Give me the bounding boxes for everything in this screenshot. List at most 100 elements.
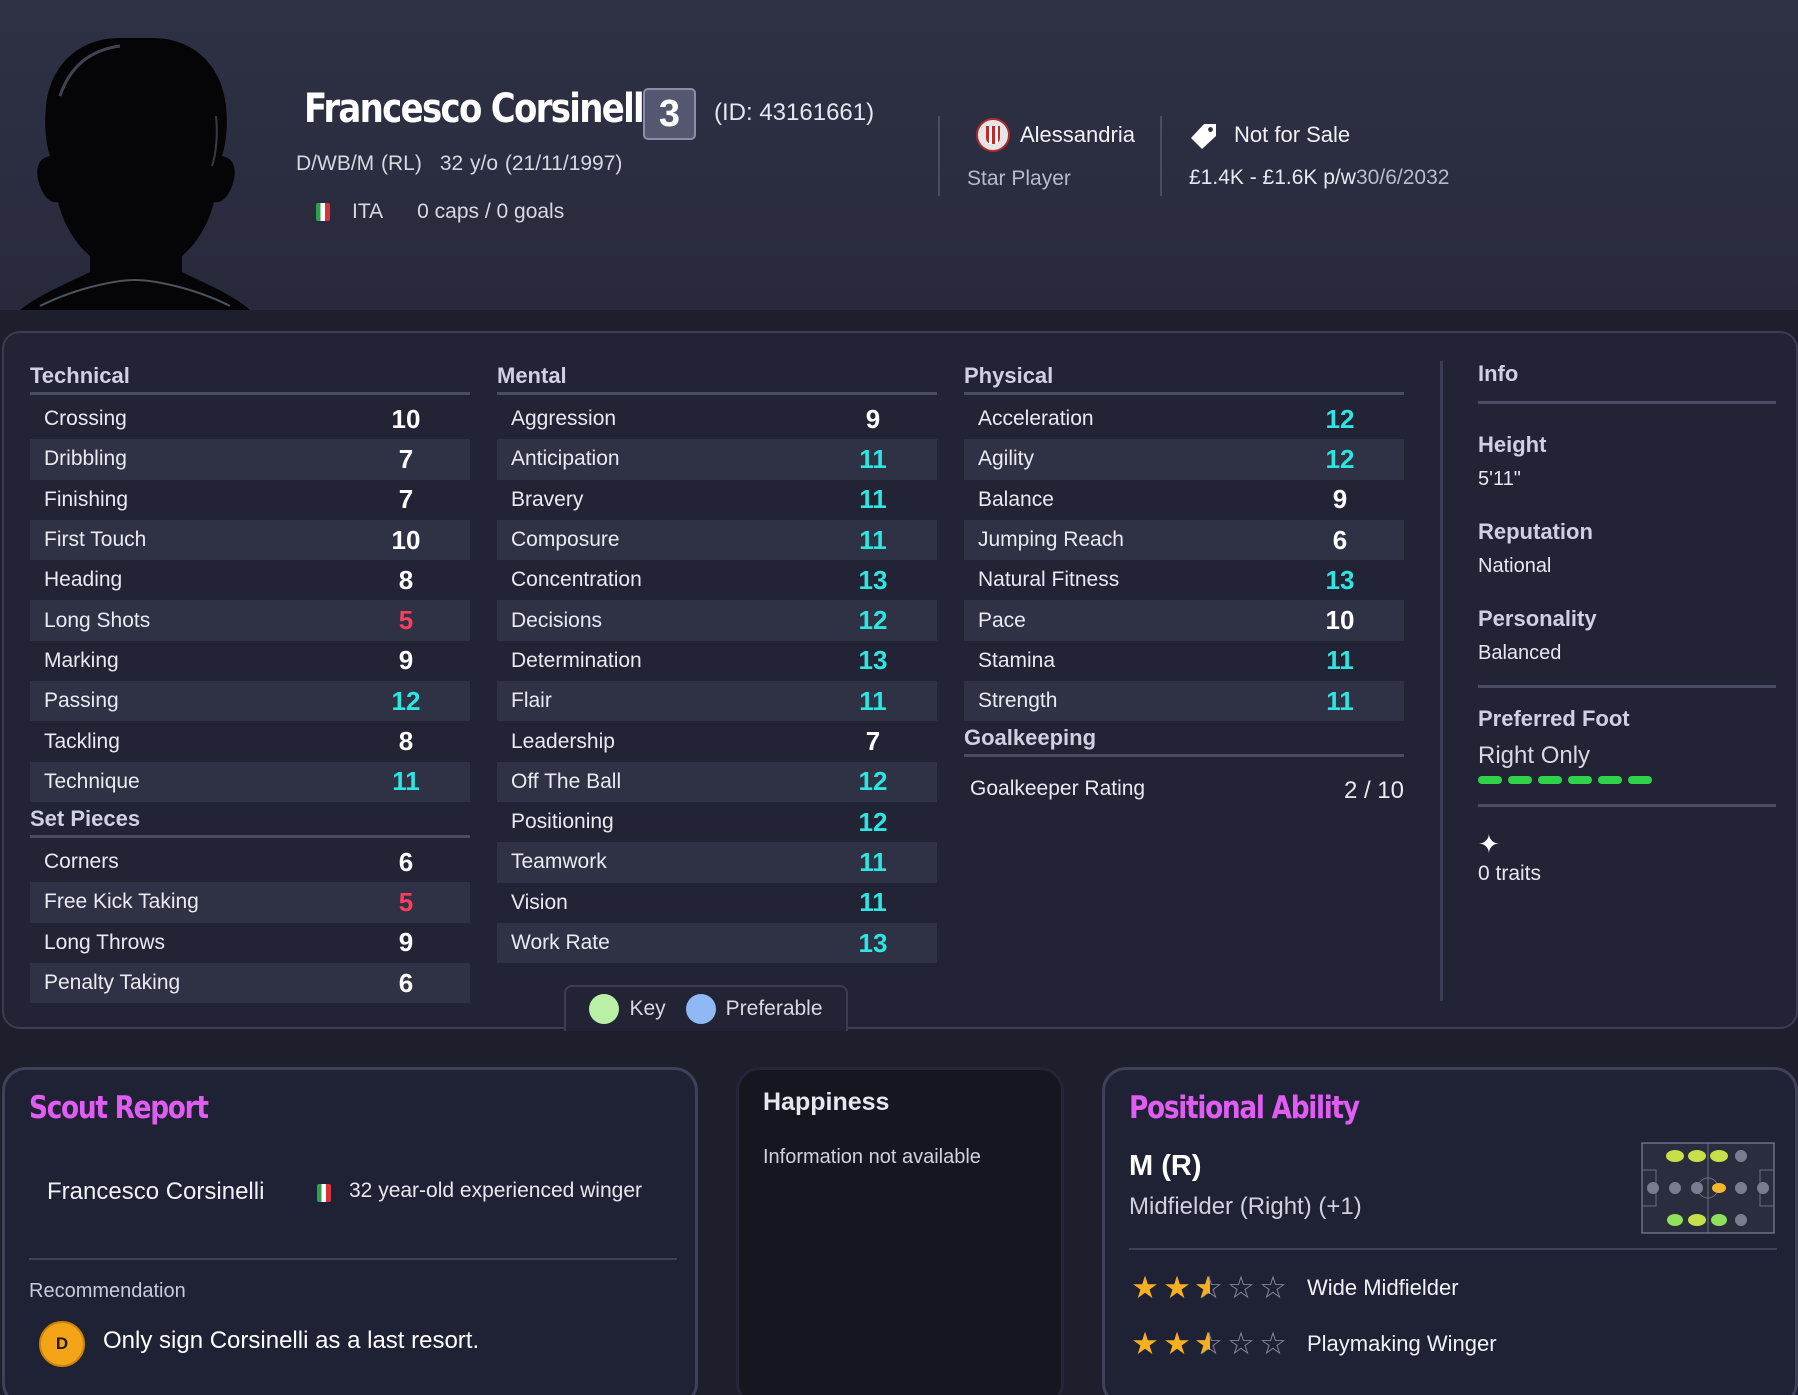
positional-separator [1129,1248,1777,1250]
attribute-row[interactable]: Agility 12 [964,439,1404,480]
attribute-row[interactable]: Off The Ball 12 [497,761,937,802]
attribute-row[interactable]: Marking 9 [30,641,470,681]
star-icon: ☆ [1193,1328,1225,1361]
attribute-row[interactable]: Positioning 12 [497,802,937,842]
attribute-row[interactable]: Long Shots 5 [30,600,470,641]
attribute-label: Off The Ball [511,769,622,793]
scout-separator [29,1258,677,1260]
happiness-card: Happiness Information not available [736,1067,1064,1395]
attribute-value: 11 [859,887,887,918]
role-row[interactable]: ★★☆☆☆ Wide Midfielder [1129,1270,1459,1305]
player-age: 32 y/o (21/11/1997) [439,152,623,175]
attribute-row[interactable]: Vision 11 [497,883,937,923]
attribute-row[interactable]: Pace 10 [964,600,1404,641]
attribute-row[interactable]: Bravery 11 [497,480,937,520]
attribute-label: Technique [44,769,140,793]
attribute-label: Free Kick Taking [44,890,199,914]
attribute-row[interactable]: Decisions 12 [497,600,937,641]
attribute-row[interactable]: Corners 6 [30,842,470,882]
star-icon: ☆ [1259,1326,1287,1361]
player-position-age: D/WB/M (RL) 32 y/o (21/11/1997) [296,152,622,176]
technical-column: Technical Crossing 10 Dribbling 7 Finishing 7… [30,359,470,1004]
info-divider [1440,361,1443,1001]
player-id: (ID: 43161661) [714,99,875,126]
attribute-label: Penalty Taking [44,971,181,994]
attribute-row[interactable]: Concentration 13 [497,560,937,600]
attribute-label: Passing [44,689,119,713]
attribute-row[interactable]: Aggression 9 [497,399,937,439]
attribute-row[interactable]: First Touch 10 [30,519,470,561]
club-name-link[interactable]: Alessandria [1020,122,1135,148]
attributes-panel: Technical Crossing 10 Dribbling 7 Finishing 7… [2,331,1798,1031]
attribute-row[interactable]: Tackling 8 [30,721,470,761]
goalkeeper-rating-value: 2 / 10 [1343,777,1404,805]
attribute-value: 5 [398,886,414,917]
technical-list: Crossing 10 Dribbling 7 Finishing 7 First Touc… [30,399,470,802]
physical-list: Acceleration 12 Agility 12 Balance 9 Jumping R… [964,399,1404,722]
attribute-row[interactable]: Natural Fitness 13 [964,560,1404,600]
attribute-row[interactable]: Crossing 10 [30,399,470,439]
attribute-value: 5 [398,605,414,636]
attribute-row[interactable]: Dribbling 7 [30,439,470,480]
caps-goals: 0 caps / 0 goals [417,200,565,223]
attribute-label: Pace [978,608,1026,632]
attribute-value: 10 [391,403,421,434]
attribute-row[interactable]: Long Throws 9 [30,923,470,963]
attribute-value: 6 [1332,524,1348,555]
attribute-label: Decisions [511,608,603,632]
attribute-row[interactable]: Strength 11 [964,681,1404,722]
attribute-row[interactable]: Composure 11 [497,519,937,561]
physical-heading: Physical [964,359,1404,395]
player-header: Francesco Corsinelli 3 (ID: 43161661) D/… [0,0,1798,310]
attribute-row[interactable]: Teamwork 11 [497,842,937,883]
role-name: Playmaking Winger [1307,1331,1497,1356]
attribute-label: Jumping Reach [978,528,1124,552]
attribute-row[interactable]: Heading 8 [30,560,470,600]
reputation-label: Reputation [1478,519,1593,544]
pitch-positions-map[interactable] [1641,1142,1775,1234]
shirt-number-badge: 3 [643,88,696,140]
club-crest-icon[interactable] [976,118,1010,152]
wage: £1.4K - £1.6K p/w [1189,166,1356,189]
technical-heading: Technical [30,359,470,395]
preferred-foot-bar [1478,776,1776,784]
attribute-value: 11 [1326,685,1354,716]
attribute-label: Stamina [978,648,1056,672]
attribute-row[interactable]: Work Rate 13 [497,922,937,964]
foot-bar-segment [1508,776,1532,784]
goalkeeper-rating-row: Goalkeeper Rating 2 / 10 [964,761,1404,805]
attribute-value: 12 [1325,403,1355,434]
happiness-title: Happiness [763,1088,890,1116]
star-icon: ☆ [1193,1272,1225,1305]
preferred-foot-label: Preferred Foot [1478,706,1630,731]
attribute-row[interactable]: Flair 11 [497,681,937,722]
attribute-row[interactable]: Technique 11 [30,761,470,802]
attribute-row[interactable]: Finishing 7 [30,480,470,520]
star-icon: ☆ [1227,1270,1255,1305]
attribute-row[interactable]: Penalty Taking 6 [30,962,470,1004]
attribute-row[interactable]: Passing 12 [30,681,470,722]
happiness-text: Information not available [763,1146,981,1168]
height-value: 5'11" [1478,468,1521,490]
attribute-row[interactable]: Stamina 11 [964,641,1404,681]
attribute-row[interactable]: Free Kick Taking 5 [30,882,470,923]
attribute-value: 10 [1325,605,1355,636]
attribute-row[interactable]: Determination 13 [497,641,937,681]
attribute-row[interactable]: Balance 9 [964,480,1404,520]
attribute-value: 6 [398,846,414,877]
attribute-value: 7 [398,443,414,474]
attribute-label: Tackling [44,729,120,753]
goalkeeper-rating-label: Goalkeeper Rating [970,777,1146,801]
traits-count[interactable]: 0 traits [1478,862,1776,886]
attribute-row[interactable]: Jumping Reach 6 [964,519,1404,561]
foot-bar-segment [1478,776,1502,784]
recommendation-grade-badge: D [39,1321,85,1367]
attribute-value: 9 [398,645,414,676]
recommendation-label: Recommendation [29,1280,186,1302]
role-row[interactable]: ★★☆☆☆ Playmaking Winger [1129,1326,1497,1361]
attribute-row[interactable]: Acceleration 12 [964,399,1404,439]
attribute-value: 8 [398,564,414,595]
attribute-row[interactable]: Leadership 7 [497,721,937,761]
best-position-name: Midfielder (Right) (+1) [1129,1193,1362,1220]
attribute-row[interactable]: Anticipation 11 [497,439,937,480]
